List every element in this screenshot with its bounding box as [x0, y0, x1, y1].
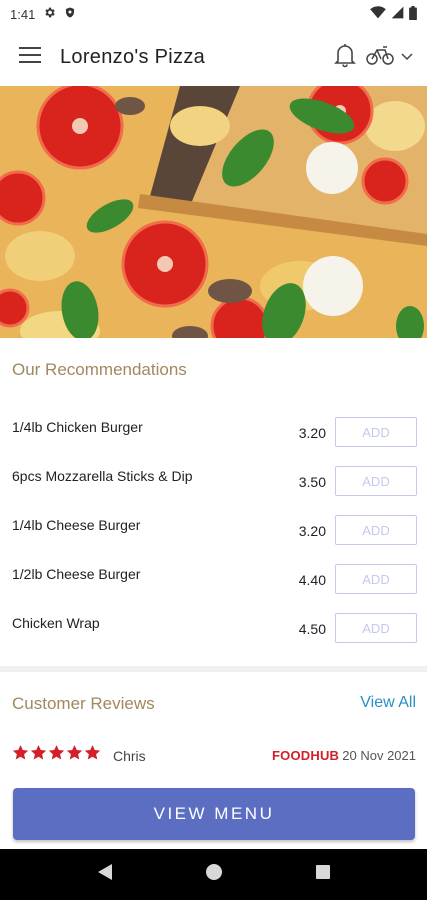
- star-icon: [30, 745, 47, 760]
- back-button[interactable]: [85, 855, 125, 895]
- reviews-title: Customer Reviews: [12, 694, 155, 713]
- add-button[interactable]: ADD: [335, 564, 417, 594]
- status-bar: 1:41: [0, 0, 427, 28]
- notifications-button[interactable]: [333, 42, 357, 73]
- item-price: 3.50: [298, 474, 326, 490]
- shield-icon: [64, 6, 76, 22]
- menu-button[interactable]: [14, 41, 46, 73]
- back-icon: [97, 863, 113, 886]
- recents-button[interactable]: [303, 855, 343, 895]
- star-icon: [48, 745, 65, 760]
- signal-icon: [391, 6, 404, 22]
- home-icon: [205, 863, 223, 886]
- page-title: Lorenzo's Pizza: [60, 45, 206, 68]
- gear-icon: [43, 6, 56, 22]
- list-item: 1/4lb Cheese Burger 3.20 ADD: [0, 515, 427, 564]
- review-source-logo: FOODHUB: [272, 748, 340, 763]
- item-price: 3.20: [298, 523, 326, 539]
- add-button[interactable]: ADD: [335, 515, 417, 545]
- reviewer-name: Chris: [113, 748, 146, 764]
- system-nav-bar: [0, 849, 427, 900]
- status-time: 1:41: [10, 6, 36, 22]
- add-button[interactable]: ADD: [335, 466, 417, 496]
- item-name: 1/4lb Chicken Burger: [12, 419, 143, 435]
- item-price: 4.40: [298, 572, 326, 588]
- hero-pizza-image: [0, 86, 427, 338]
- menu-icon: [19, 46, 41, 68]
- list-item: 1/4lb Chicken Burger 3.20 ADD: [0, 417, 427, 466]
- star-icon: [84, 745, 101, 760]
- home-button[interactable]: [194, 855, 234, 895]
- review-item: Chris FOODHUB 20 Nov 2021: [0, 744, 427, 764]
- item-price: 4.50: [298, 621, 326, 637]
- star-icon: [12, 745, 29, 760]
- view-all-link[interactable]: View All: [360, 694, 416, 712]
- battery-icon: [409, 5, 417, 23]
- star-rating: [12, 744, 101, 761]
- item-name: 1/2lb Cheese Burger: [12, 566, 141, 582]
- chevron-down-icon: [401, 48, 413, 66]
- item-price: 3.20: [298, 425, 326, 441]
- star-icon: [66, 745, 83, 760]
- item-name: 1/4lb Cheese Burger: [12, 517, 141, 533]
- reviews-section: Customer Reviews View All Chris FOODHUB …: [0, 672, 427, 782]
- order-mode-selector[interactable]: [365, 44, 413, 71]
- item-name: Chicken Wrap: [12, 615, 100, 631]
- recommendations-list: 1/4lb Chicken Burger 3.20 ADD 6pcs Mozza…: [0, 417, 427, 662]
- list-item: 6pcs Mozzarella Sticks & Dip 3.50 ADD: [0, 466, 427, 515]
- review-date: 20 Nov 2021: [342, 748, 416, 763]
- add-button[interactable]: ADD: [335, 417, 417, 447]
- view-menu-button[interactable]: VIEW MENU: [13, 788, 415, 840]
- recommendations-section: Our Recommendations 1/4lb Chicken Burger…: [0, 338, 427, 666]
- list-item: Chicken Wrap 4.50 ADD: [0, 613, 427, 662]
- list-item: 1/2lb Cheese Burger 4.40 ADD: [0, 564, 427, 613]
- wifi-icon: [370, 6, 386, 22]
- cycle-icon: [365, 44, 395, 71]
- recents-icon: [315, 864, 331, 885]
- add-button[interactable]: ADD: [335, 613, 417, 643]
- app-bar: Lorenzo's Pizza: [0, 28, 427, 86]
- recommendations-title: Our Recommendations: [12, 360, 187, 379]
- bell-icon: [333, 42, 357, 73]
- item-name: 6pcs Mozzarella Sticks & Dip: [12, 468, 193, 484]
